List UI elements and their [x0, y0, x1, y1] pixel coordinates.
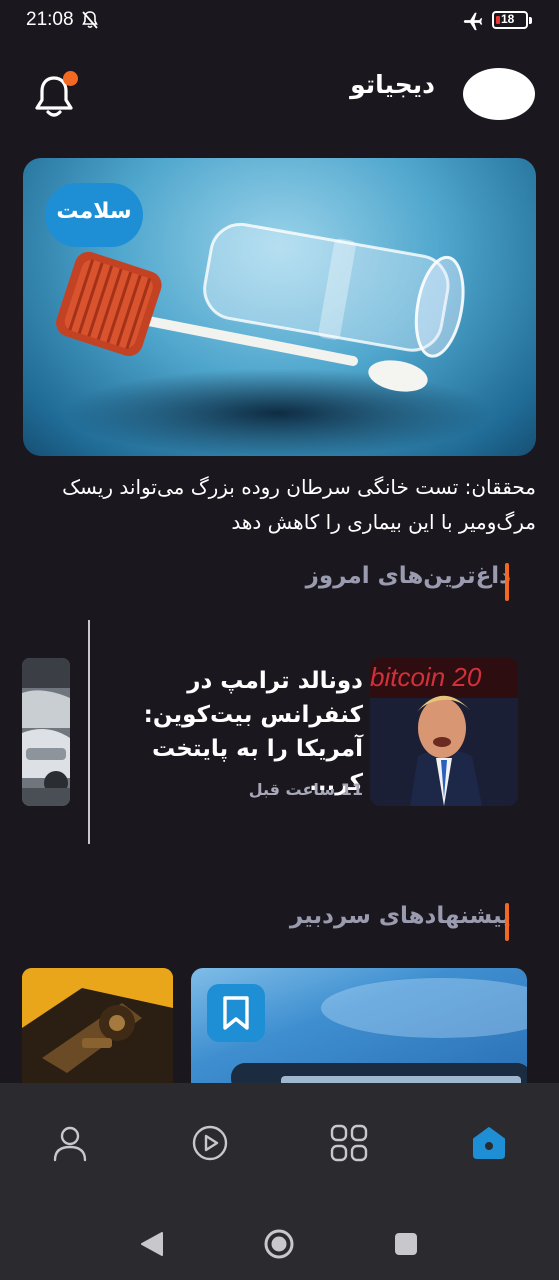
trending-card-image[interactable]: bitcoin 20 [370, 658, 518, 806]
status-time: 21:08 [26, 9, 74, 30]
editor-picks-heading: پیشنهادهای سردبیر [289, 903, 511, 929]
system-back-icon[interactable] [140, 1231, 164, 1257]
app-brand: دیجیاتو [350, 70, 435, 99]
battery-level: 18 [501, 12, 515, 26]
hero-card[interactable]: سلامت [23, 158, 536, 456]
notification-dot [63, 71, 78, 86]
bookmark-button[interactable] [207, 984, 265, 1042]
editor-pick-card[interactable] [22, 968, 173, 1088]
home-icon[interactable] [469, 1123, 509, 1163]
profile-icon[interactable] [50, 1123, 90, 1163]
category-label: سلامت [56, 199, 132, 224]
avatar[interactable] [463, 68, 535, 120]
airplane-icon [463, 12, 483, 31]
status-bar: 21:08 18 [0, 0, 559, 42]
trump-bitcoin-image: bitcoin 20 [370, 658, 518, 806]
editor-pick-image [22, 968, 173, 1088]
categories-icon[interactable] [329, 1123, 369, 1163]
system-home-icon[interactable] [263, 1228, 295, 1260]
video-icon[interactable] [190, 1123, 230, 1163]
section-accent-bar [505, 563, 509, 601]
section-accent-bar [505, 903, 509, 941]
card-divider [88, 620, 90, 844]
system-recents-icon[interactable] [395, 1233, 417, 1255]
next-card-thumbnail[interactable] [22, 658, 70, 806]
trending-heading: داغ‌ترین‌های امروز [305, 563, 511, 589]
trending-card-time: 11 ساعت قبل [248, 780, 363, 799]
editor-pick-card[interactable] [191, 968, 527, 1088]
image-overlay-text: bitcoin 20 [370, 662, 482, 692]
mute-icon [82, 11, 98, 29]
battery-icon: 18 [492, 11, 532, 29]
bottom-navigation [0, 1083, 559, 1280]
hero-title[interactable]: محققان: تست خانگی سرطان روده بزرگ می‌توا… [23, 470, 536, 540]
bookmark-icon [223, 996, 249, 1030]
category-badge[interactable]: سلامت [45, 183, 143, 247]
cars-image [22, 658, 70, 806]
